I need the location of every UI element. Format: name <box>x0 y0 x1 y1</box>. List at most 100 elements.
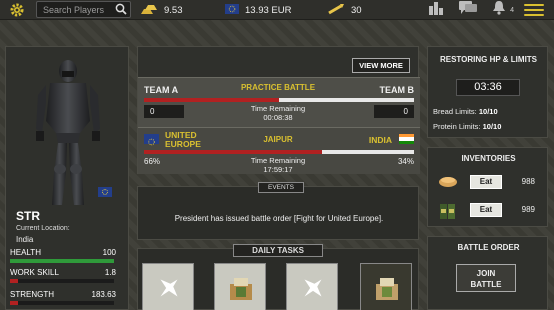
battle-progress-bar <box>144 98 414 102</box>
notifications-bell-icon[interactable] <box>492 0 506 20</box>
team-a-name: TEAM A <box>144 85 179 95</box>
events-tab[interactable]: EVENTS <box>258 182 304 193</box>
protein-can-icon <box>438 202 458 225</box>
search-icon[interactable] <box>115 3 127 17</box>
health-bar <box>10 259 114 263</box>
health-value: 100 <box>102 248 116 257</box>
top-icon-group: 4 <box>421 0 554 20</box>
hamburger-menu-icon[interactable] <box>524 4 544 16</box>
battle-name: JAIPUR <box>263 135 293 144</box>
team-b-score: 0 <box>374 105 414 118</box>
protein-limits: Protein Limits: 10/10 <box>433 122 501 131</box>
health-label: HEALTH <box>10 248 41 257</box>
protein-limits-label: Protein Limits: <box>433 122 481 131</box>
health-bar-fill <box>10 259 114 263</box>
time-remaining: Time Remaining 17:59:17 <box>228 156 328 174</box>
eat-bread-button[interactable]: Eat <box>470 175 502 189</box>
supply-crate-icon <box>373 274 401 307</box>
attacker-name: UNITED EUROPE <box>165 130 201 149</box>
daily-task-food[interactable] <box>214 263 266 310</box>
bread-limits: Bread Limits: 10/10 <box>433 107 498 116</box>
daily-task-travel[interactable] <box>142 263 194 310</box>
bread-limits-label: Bread Limits: <box>433 107 477 116</box>
join-battle-line1: JOIN <box>476 269 496 278</box>
defender-name: INDIA <box>368 135 392 145</box>
ammo-value: 30 <box>351 4 362 16</box>
strength-value: 183.63 <box>91 290 116 299</box>
battle-name: PRACTICE BATTLE <box>240 83 316 92</box>
daily-task-travel-2[interactable] <box>286 263 338 310</box>
inventories-title: INVENTORIES <box>461 154 516 163</box>
time-remaining: Time Remaining 00:08:38 <box>228 104 328 122</box>
practice-battle-row[interactable]: TEAM A PRACTICE BATTLE TEAM B 0 Time Rem… <box>138 77 420 127</box>
work-skill-bar <box>10 279 114 283</box>
bullet-icon <box>327 3 345 18</box>
search-input[interactable]: Search Players <box>36 1 131 18</box>
time-remaining-label: Time Remaining <box>250 156 306 165</box>
ammo-balance: 30 <box>327 0 362 20</box>
messages-icon[interactable] <box>458 0 478 20</box>
airplane-icon <box>155 274 183 307</box>
join-battle-button[interactable]: JOIN BATTLE <box>456 264 516 292</box>
attacker-percentage: 66% <box>144 157 161 166</box>
work-skill-bar-fill <box>10 279 19 283</box>
gold-bars-icon <box>140 3 158 18</box>
eu-flag-icon <box>225 3 239 17</box>
defender-percentage: 34% <box>397 157 414 166</box>
work-skill-value: 1.8 <box>104 268 116 277</box>
battle-progress-fill <box>144 150 323 154</box>
food-crate-icon <box>227 274 255 307</box>
battle-order-title: BATTLE ORDER <box>457 243 520 252</box>
settings-gear-icon[interactable] <box>2 0 32 20</box>
eu-flag-icon <box>98 187 112 197</box>
daily-tasks-panel: DAILY TASKS <box>137 244 419 310</box>
inventory-item: Eat 988 <box>428 172 549 192</box>
notifications-count: 4 <box>510 6 514 14</box>
strength-label: STRENGTH <box>10 290 54 299</box>
airplane-icon <box>299 274 327 307</box>
team-b-name: TEAM B <box>379 85 415 95</box>
team-a-score: 0 <box>144 105 184 118</box>
join-battle-line2: BATTLE <box>470 280 502 289</box>
gold-balance: 9.53 <box>140 0 183 20</box>
inventories-panel: INVENTORIES Eat 988 Eat 989 <box>427 147 548 227</box>
time-remaining-value: 00:08:38 <box>263 113 293 122</box>
view-more-button[interactable]: VIEW MORE <box>352 58 410 73</box>
player-name[interactable]: STR <box>16 209 40 223</box>
battle-progress-fill <box>144 98 279 102</box>
inventory-item: Eat 989 <box>428 200 549 220</box>
top-bar: Search Players 9.53 13.93 EUR 30 4 <box>0 0 554 20</box>
restoring-title: RESTORING HP & LIMITS <box>439 55 538 64</box>
bread-limits-value: 10/10 <box>478 107 498 116</box>
daily-task-supplies[interactable] <box>360 263 412 310</box>
battle-progress-bar <box>144 150 414 154</box>
search-placeholder: Search Players <box>43 5 105 15</box>
strength-bar-fill <box>10 301 19 305</box>
bread-count: 988 <box>521 177 535 186</box>
work-skill-label: WORK SKILL <box>10 268 59 277</box>
time-remaining-label: Time Remaining <box>250 104 306 113</box>
restore-timer: 03:36 <box>456 79 520 96</box>
protein-count: 989 <box>521 205 535 214</box>
strength-bar <box>10 301 114 305</box>
bread-icon <box>438 174 458 193</box>
jaipur-battle-row[interactable]: UNITED EUROPE JAIPUR INDIA 66% Time Rema… <box>138 127 420 174</box>
gold-value: 9.53 <box>164 4 183 16</box>
india-flag-icon <box>399 134 414 144</box>
buildings-icon[interactable] <box>428 1 444 20</box>
battle-order-panel: BATTLE ORDER JOIN BATTLE <box>427 236 548 310</box>
daily-tasks-tab[interactable]: DAILY TASKS <box>233 244 323 257</box>
location-value[interactable]: India <box>16 235 33 244</box>
protein-limits-value: 10/10 <box>482 122 502 131</box>
eu-flag-icon <box>144 134 159 146</box>
eur-value: 13.93 EUR <box>245 4 292 16</box>
location-label: Current Location: <box>16 225 70 232</box>
event-message[interactable]: President has issued battle order [Fight… <box>138 214 420 223</box>
restoring-hp-panel: RESTORING HP & LIMITS 03:36 Bread Limits… <box>427 46 548 138</box>
soldier-avatar[interactable] <box>32 59 104 214</box>
time-remaining-value: 17:59:17 <box>263 165 293 174</box>
events-panel: EVENTS President has issued battle order… <box>137 182 420 240</box>
battles-panel: VIEW MORE TEAM A PRACTICE BATTLE TEAM B … <box>137 46 420 174</box>
eat-protein-button[interactable]: Eat <box>470 203 502 217</box>
eur-balance: 13.93 EUR <box>225 0 291 20</box>
